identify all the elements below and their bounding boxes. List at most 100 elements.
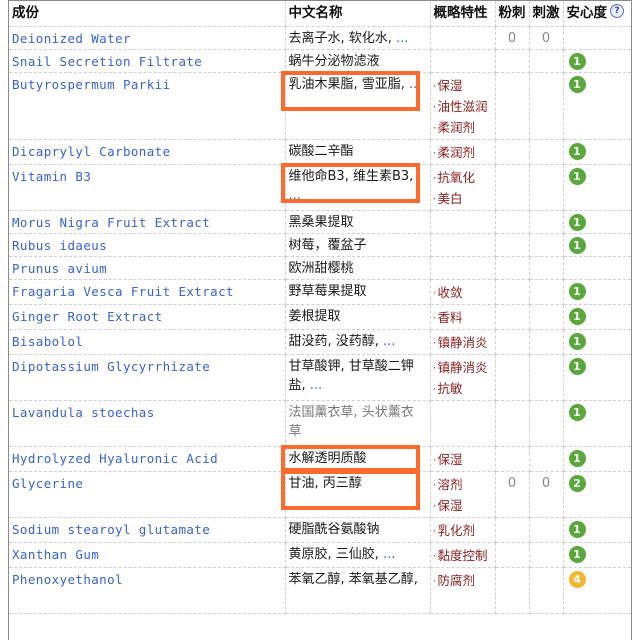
ingredient-link[interactable]: Glycerine [12, 476, 83, 491]
function-cell [430, 233, 496, 257]
safety-badge[interactable]: 1 [568, 358, 586, 375]
function-tag[interactable]: 柔润剂 [433, 142, 492, 163]
table-header-row: 成份 中文名称 概略特性 粉刺 刺激 安心度? [9, 1, 631, 27]
ingredient-link[interactable]: Morus Nigra Fruit Extract [12, 215, 210, 230]
function-tag[interactable]: 镇静消炎 [433, 332, 492, 353]
chinese-name-cell: 甘油, 丙三醇 [285, 471, 431, 518]
irritation-score [529, 354, 564, 401]
ingredient-link[interactable]: Rubus idaeus [12, 238, 107, 253]
chinese-name-cell: 姜根提取 [285, 304, 431, 330]
function-tag[interactable]: 保湿 [433, 75, 492, 96]
chinese-name-text: 野草莓果提取 [288, 284, 367, 299]
ingredient-link[interactable]: Ginger Root Extract [12, 309, 163, 324]
function-tag[interactable]: 收敛 [433, 282, 492, 303]
safety-badge[interactable]: 4 [568, 571, 586, 588]
chinese-name-cell: 树莓，覆盆子 [285, 233, 431, 257]
table-row: Deionized Water 去离子水, 软化水, ... 0 0 [9, 26, 631, 50]
ingredient-cell: Prunus avium [9, 256, 286, 280]
chinese-name-cell: 去离子水, 软化水, ... [285, 26, 431, 50]
ingredient-link[interactable]: Hydrolyzed Hyaluronic Acid [12, 451, 218, 466]
header-safety-label: 安心度 [566, 5, 608, 21]
function-tag[interactable]: 油性滋润 [433, 96, 492, 117]
chinese-name-cell: 蜗牛分泌物滤液 [285, 49, 431, 73]
ingredient-link[interactable]: Xanthan Gum [12, 547, 99, 562]
safety-badge[interactable]: 1 [568, 521, 586, 538]
ingredient-link[interactable]: Lavandula stoechas [12, 405, 155, 420]
header-acne: 粉刺 [495, 1, 530, 27]
irritation-score: 0 [529, 471, 564, 518]
function-tag[interactable]: 抗氧化 [433, 167, 492, 188]
function-cell [430, 49, 496, 73]
safety-badge[interactable]: 1 [568, 546, 586, 563]
function-tag[interactable]: 溶剂 [433, 474, 492, 495]
safety-badge[interactable]: 1 [568, 237, 586, 254]
more-names-link[interactable]: ... [405, 77, 421, 92]
chinese-name-cell: 硬脂酰谷氨酸钠 [285, 517, 431, 543]
safety-cell: 1 [563, 164, 631, 211]
ingredient-link[interactable]: Butyrospermum Parkii [12, 77, 171, 92]
table-row: Fragaria Vesca Fruit Extract 野草莓果提取 收敛 1 [9, 279, 631, 305]
acne-score [495, 517, 530, 543]
function-tag[interactable]: 镇静消炎 [433, 357, 492, 378]
table-row: Vitamin B3维他命B3, 维生素B3, ...抗氧化美白1 [9, 164, 631, 211]
ingredient-link[interactable]: Snail Secretion Filtrate [12, 54, 202, 69]
irritation-score: 0 [529, 26, 564, 50]
safety-cell: 4 [563, 567, 631, 614]
chinese-name-text: 苯氧乙醇, 苯氧基乙醇, [288, 572, 418, 587]
safety-badge[interactable]: 1 [568, 76, 586, 93]
irritation-score [529, 517, 564, 543]
more-names-link[interactable]: ... [289, 188, 301, 203]
ingredient-cell: Ginger Root Extract [9, 304, 286, 330]
safety-badge[interactable]: 1 [568, 450, 586, 467]
ingredient-link[interactable]: Vitamin B3 [12, 169, 91, 184]
function-cell: 乳化剂 [430, 517, 496, 543]
safety-badge[interactable]: 1 [568, 168, 586, 185]
safety-cell: 1 [563, 542, 631, 568]
safety-badge[interactable]: 1 [568, 214, 586, 231]
function-tag[interactable]: 保湿 [433, 449, 492, 470]
safety-badge[interactable]: 1 [568, 283, 586, 300]
function-tag[interactable]: 香料 [433, 307, 492, 328]
acne-score [495, 210, 530, 234]
ingredient-link[interactable]: Sodium stearoyl glutamate [12, 522, 210, 537]
safety-cell: 1 [563, 279, 631, 305]
chinese-name-text: 黄原胶, 三仙胶, [288, 547, 379, 562]
more-names-link[interactable]: ... [392, 31, 408, 46]
acne-score [495, 233, 530, 257]
table-row: Sodium stearoyl glutamate 硬脂酰谷氨酸钠 乳化剂 1 [9, 517, 631, 543]
ingredient-link[interactable]: Bisabolol [12, 334, 83, 349]
more-names-link[interactable]: ... [379, 547, 395, 562]
ingredient-link[interactable]: Fragaria Vesca Fruit Extract [12, 284, 234, 299]
function-cell [430, 26, 496, 50]
safety-badge[interactable]: 1 [568, 404, 586, 421]
more-names-link[interactable]: ... [379, 334, 395, 349]
more-names-link[interactable]: ... [306, 378, 322, 393]
irritation-score [529, 279, 564, 305]
function-tag[interactable]: 黏度控制 [433, 545, 492, 566]
function-tag[interactable]: 柔润剂 [433, 117, 492, 138]
header-function: 概略特性 [430, 1, 496, 27]
ingredient-link[interactable]: Dicaprylyl Carbonate [12, 144, 171, 159]
safety-badge[interactable]: 1 [568, 53, 586, 70]
ingredient-cell: Bisabolol [9, 329, 286, 355]
function-tag[interactable]: 防腐剂 [433, 570, 492, 591]
function-tag[interactable]: 乳化剂 [433, 520, 492, 541]
safety-badge[interactable]: 1 [568, 333, 586, 350]
ingredient-link[interactable]: Phenoxyethanol [12, 572, 123, 587]
ingredient-link[interactable]: Dipotassium Glycyrrhizate [12, 359, 210, 374]
safety-badge[interactable]: 1 [568, 308, 586, 325]
ingredient-cell: Morus Nigra Fruit Extract [9, 210, 286, 234]
function-tag[interactable]: 美白 [433, 188, 492, 209]
table-row: Morus Nigra Fruit Extract 黑桑果提取 1 [9, 210, 631, 234]
acne-score [495, 567, 530, 614]
ingredient-link[interactable]: Prunus avium [12, 261, 107, 276]
function-tag[interactable]: 抗敏 [433, 378, 492, 399]
function-tag[interactable]: 保湿 [433, 495, 492, 516]
chinese-name-text: 蜗牛分泌物滤液 [288, 54, 380, 69]
safety-badge[interactable]: 1 [568, 143, 586, 160]
help-question-icon[interactable]: ? [610, 4, 624, 18]
ingredient-link[interactable]: Deionized Water [12, 31, 131, 46]
header-irritation: 刺激 [529, 1, 564, 27]
table-row: Prunus avium 欧洲甜樱桃 [9, 256, 631, 280]
safety-badge[interactable]: 2 [568, 475, 586, 492]
